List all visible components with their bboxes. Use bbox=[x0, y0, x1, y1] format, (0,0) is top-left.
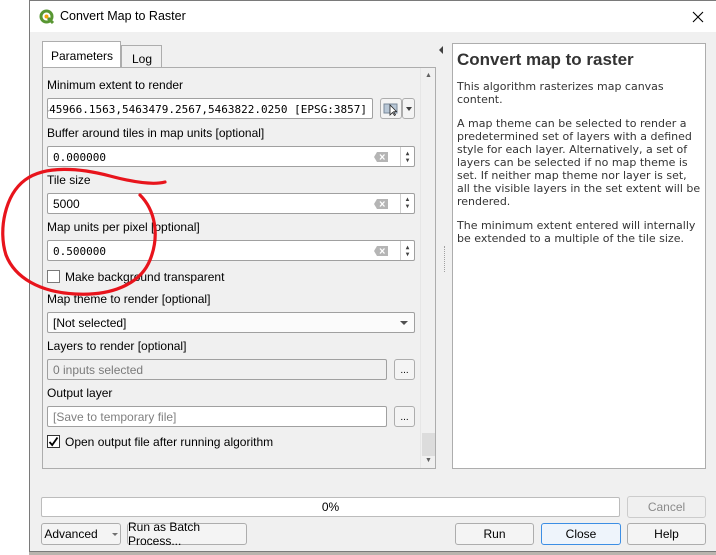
run-batch-button[interactable]: Run as Batch Process... bbox=[127, 520, 247, 548]
extent-input[interactable]: 9.3226,-9345966.1563,5463479.2567,546382… bbox=[47, 98, 373, 119]
map-theme-value: [Not selected] bbox=[53, 316, 127, 330]
map-theme-select[interactable]: [Not selected] bbox=[47, 312, 415, 333]
extent-value: 9.3226,-9345966.1563,5463479.2567,546382… bbox=[48, 103, 367, 116]
clear-icon[interactable] bbox=[374, 199, 388, 209]
buffer-input[interactable]: 0.000000 ▲ ▼ bbox=[47, 146, 415, 167]
help-panel: Convert map to raster This algorithm ras… bbox=[452, 43, 706, 469]
layers-value: 0 inputs selected bbox=[53, 363, 144, 377]
parameters-panel: Minimum extent to render 9.3226,-9345966… bbox=[42, 67, 436, 469]
title-bar: Convert Map to Raster bbox=[30, 1, 716, 32]
qgis-logo-icon bbox=[39, 9, 55, 25]
help-paragraph: This algorithm rasterizes map canvas con… bbox=[457, 80, 664, 106]
extent-label: Minimum extent to render bbox=[47, 78, 184, 92]
tab-parameters[interactable]: Parameters bbox=[42, 41, 121, 67]
help-paragraph: A map theme can be selected to render a … bbox=[457, 117, 701, 208]
close-icon[interactable] bbox=[688, 7, 708, 27]
map-units-per-pixel-label: Map units per pixel [optional] bbox=[47, 220, 200, 234]
tab-log-label: Log bbox=[132, 52, 153, 66]
help-button[interactable]: Help bbox=[627, 523, 706, 545]
transparent-background-checkbox[interactable] bbox=[47, 270, 60, 283]
tile-size-value: 5000 bbox=[53, 197, 80, 211]
run-button[interactable]: Run bbox=[455, 523, 534, 545]
clear-icon[interactable] bbox=[374, 152, 388, 162]
layers-label: Layers to render [optional] bbox=[47, 339, 187, 353]
transparent-background-label: Make background transparent bbox=[65, 270, 225, 284]
open-output-checkbox[interactable] bbox=[47, 435, 60, 448]
background-desktop bbox=[0, 0, 29, 555]
parameters-scroll-area: Minimum extent to render 9.3226,-9345966… bbox=[43, 68, 420, 468]
parameters-scrollbar[interactable]: ▲ ▼ bbox=[420, 68, 435, 468]
dialog-window: Convert Map to Raster Parameters Log Min… bbox=[29, 0, 716, 552]
close-button[interactable]: Close bbox=[541, 523, 621, 545]
cancel-label: Cancel bbox=[647, 500, 686, 514]
run-label: Run bbox=[483, 527, 506, 541]
output-browse-button[interactable]: ... bbox=[394, 406, 415, 427]
output-layer-label: Output layer bbox=[47, 386, 113, 400]
collapse-help-arrow-icon[interactable] bbox=[439, 46, 443, 54]
help-paragraph: The minimum extent entered will internal… bbox=[457, 219, 696, 245]
map-units-per-pixel-spinner[interactable]: ▲ ▼ bbox=[400, 241, 414, 260]
buffer-label: Buffer around tiles in map units [option… bbox=[47, 126, 265, 140]
close-label: Close bbox=[565, 527, 597, 541]
output-browse-label: ... bbox=[400, 412, 409, 423]
help-title: Convert map to raster bbox=[457, 50, 634, 69]
output-layer-input[interactable]: [Save to temporary file] bbox=[47, 406, 387, 427]
splitter-handle[interactable] bbox=[444, 246, 445, 272]
help-label: Help bbox=[654, 527, 679, 541]
chevron-down-icon bbox=[405, 106, 412, 111]
advanced-dropdown-button[interactable]: Advanced bbox=[41, 523, 121, 545]
tile-size-label: Tile size bbox=[47, 173, 91, 187]
buffer-value: 0.000000 bbox=[53, 151, 106, 164]
tile-size-spinner[interactable]: ▲ ▼ bbox=[400, 194, 414, 213]
checkmark-icon bbox=[48, 436, 59, 447]
output-layer-placeholder: [Save to temporary file] bbox=[53, 410, 177, 424]
advanced-label: Advanced bbox=[44, 527, 98, 541]
tab-parameters-label: Parameters bbox=[51, 49, 114, 63]
tile-size-input[interactable]: 5000 ▲ ▼ bbox=[47, 193, 415, 214]
progress-bar: 0% bbox=[41, 497, 620, 517]
open-output-label: Open output file after running algorithm bbox=[65, 435, 274, 449]
extent-options-dropdown[interactable] bbox=[402, 98, 415, 119]
cancel-button[interactable]: Cancel bbox=[627, 496, 706, 518]
tab-log[interactable]: Log bbox=[121, 45, 162, 67]
map-theme-label: Map theme to render [optional] bbox=[47, 292, 211, 306]
layers-input[interactable]: 0 inputs selected bbox=[47, 359, 387, 380]
run-batch-label: Run as Batch Process... bbox=[128, 520, 201, 548]
window-title: Convert Map to Raster bbox=[60, 9, 186, 23]
layers-browse-label: ... bbox=[400, 365, 409, 376]
clear-icon[interactable] bbox=[374, 246, 388, 256]
buffer-spinner[interactable]: ▲ ▼ bbox=[400, 147, 414, 166]
layers-browse-button[interactable]: ... bbox=[394, 359, 415, 380]
map-units-per-pixel-value: 0.500000 bbox=[53, 245, 106, 258]
chevron-down-icon bbox=[400, 321, 408, 325]
chevron-down-icon bbox=[111, 532, 118, 536]
map-cursor-icon bbox=[383, 103, 398, 116]
progress-label: 0% bbox=[321, 500, 340, 514]
scroll-up-arrow[interactable]: ▲ bbox=[421, 68, 436, 83]
scroll-down-arrow[interactable]: ▼ bbox=[421, 453, 436, 468]
map-units-per-pixel-input[interactable]: 0.500000 ▲ ▼ bbox=[47, 240, 415, 261]
select-extent-on-canvas-button[interactable] bbox=[380, 98, 402, 119]
